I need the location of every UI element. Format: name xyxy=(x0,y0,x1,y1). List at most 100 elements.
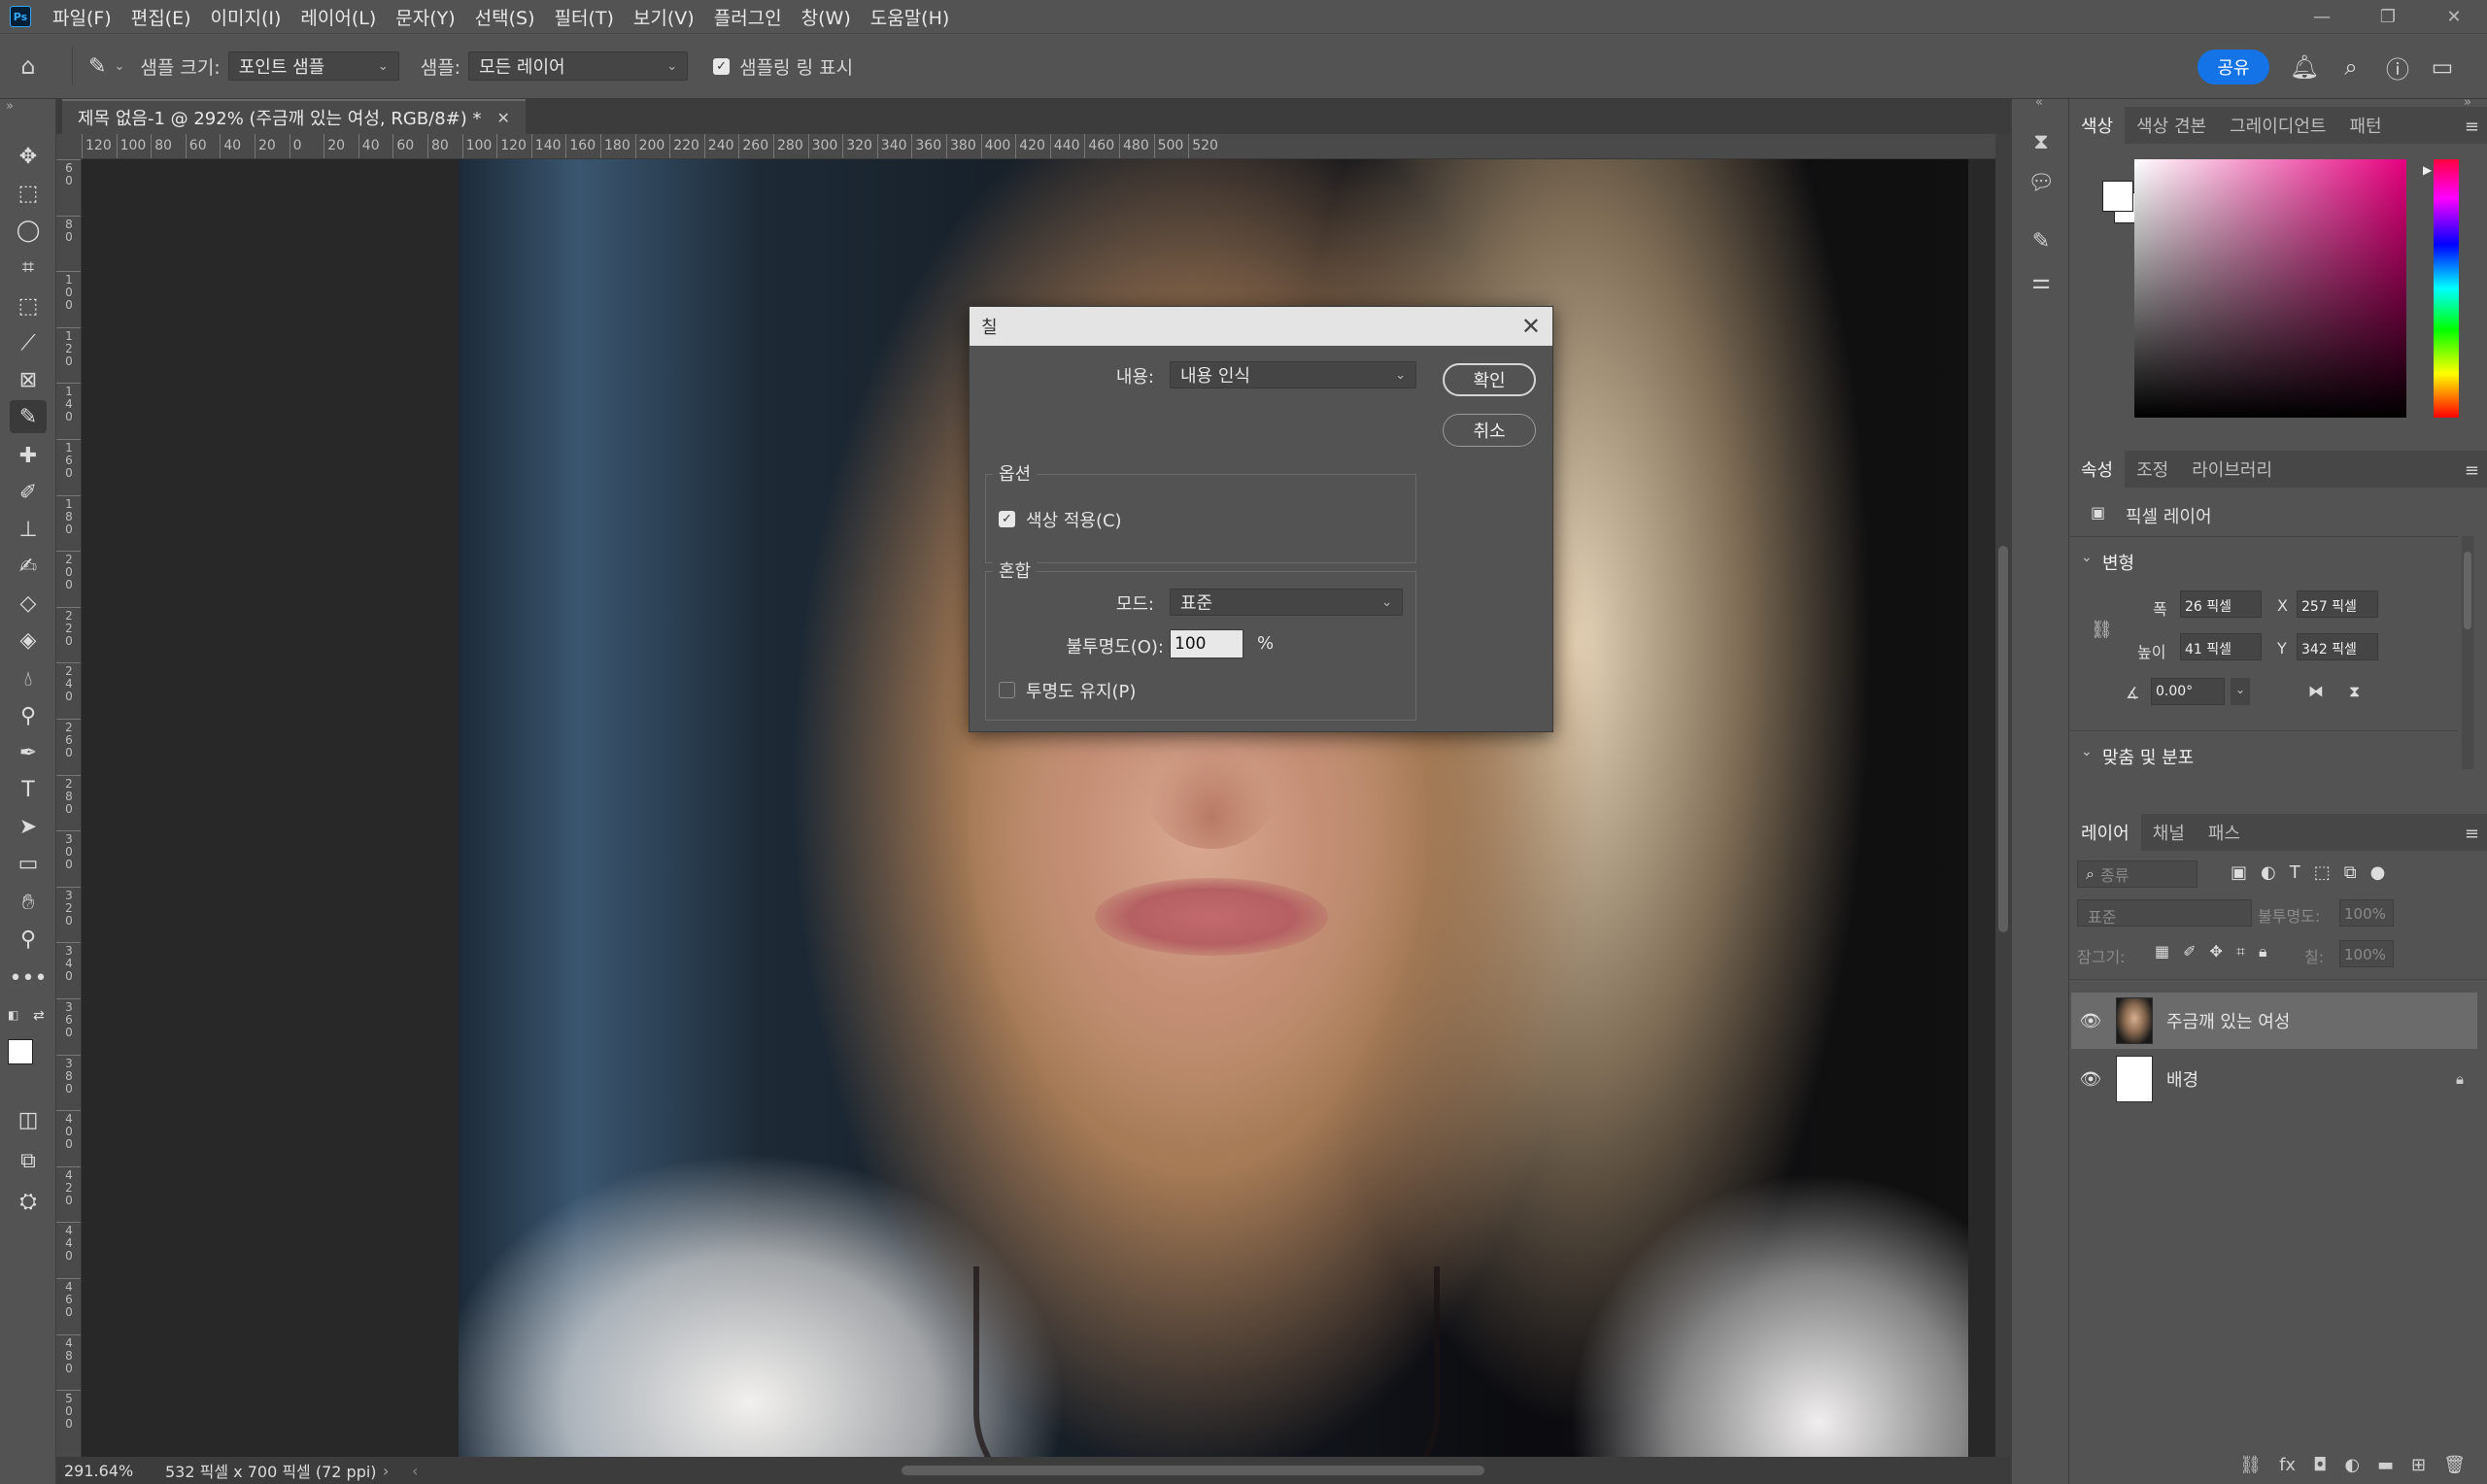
link-layers-icon[interactable]: ⛓ xyxy=(2239,1455,2262,1475)
horizontal-scroll-thumb[interactable] xyxy=(902,1466,1484,1475)
menu-file[interactable]: 파일(F) xyxy=(43,4,121,30)
tab-adjustments[interactable]: 조정 xyxy=(2125,451,2180,488)
eyedropper-preset-icon[interactable]: ✎ xyxy=(88,54,106,79)
close-icon[interactable]: ✕ xyxy=(1521,313,1541,340)
rectangle-tool-icon[interactable]: ▭ xyxy=(10,847,47,880)
document-tab[interactable]: 제목 없음-1 @ 292% (주금깨 있는 여성, RGB/8#) * ✕ xyxy=(62,99,526,134)
layer-name[interactable]: 주금깨 있는 여성 xyxy=(2166,1008,2290,1033)
help-icon[interactable]: ⓘ xyxy=(2384,53,2411,84)
swap-colors-icon[interactable]: ⇄ xyxy=(33,1008,45,1024)
y-input[interactable]: 342 픽셀 xyxy=(2297,633,2378,660)
generative-icon[interactable]: ⛭ xyxy=(10,1185,47,1218)
sample-size-select[interactable]: 포인트 샘플 ⌄ xyxy=(227,51,399,81)
type-filter-icon[interactable]: T xyxy=(2290,862,2300,883)
minimize-icon[interactable]: — xyxy=(2289,0,2355,33)
lock-transparent-icon[interactable]: ▦ xyxy=(2155,942,2169,961)
type-tool-icon[interactable]: T xyxy=(10,773,47,806)
close-tab-icon[interactable]: ✕ xyxy=(497,109,510,127)
chevron-down-icon[interactable]: ⌄ xyxy=(2081,744,2093,759)
lasso-tool-icon[interactable]: ◯ xyxy=(10,214,47,247)
search-icon[interactable]: ⌕ xyxy=(2337,53,2365,81)
foreground-color-swatch[interactable] xyxy=(8,1039,33,1064)
move-tool-icon[interactable]: ✥ xyxy=(10,140,47,173)
transform-section-title[interactable]: 변형 xyxy=(2102,550,2134,575)
x-input[interactable]: 257 픽셀 xyxy=(2297,590,2378,618)
zoom-level[interactable]: 291.64% xyxy=(64,1462,152,1480)
image-filter-icon[interactable]: ▣ xyxy=(2231,862,2247,883)
history-brush-tool-icon[interactable]: ✍ xyxy=(10,550,47,583)
menu-select[interactable]: 선택(S) xyxy=(465,4,545,30)
pen-tool-icon[interactable]: ✒ xyxy=(10,736,47,769)
menu-view[interactable]: 보기(V) xyxy=(624,4,704,30)
flip-horizontal-icon[interactable]: ⧓ xyxy=(2308,682,2324,700)
menu-plugins[interactable]: 플러그인 xyxy=(704,4,792,30)
adjustment-layer-icon[interactable]: ◐ xyxy=(2344,1455,2360,1475)
link-icon[interactable]: ⛓ xyxy=(2091,620,2113,640)
crop-tool-icon[interactable]: ⌗ xyxy=(10,251,47,284)
expand-panels-icon[interactable]: « xyxy=(2035,95,2043,110)
home-icon[interactable]: ⌂ xyxy=(0,52,56,80)
status-menu-arrow-icon[interactable]: › xyxy=(383,1462,389,1480)
quick-select-tool-icon[interactable]: ⟋ xyxy=(10,326,47,359)
menu-filter[interactable]: 필터(T) xyxy=(545,4,624,30)
quick-mask-icon[interactable]: ◫ xyxy=(10,1103,47,1136)
properties-scrollbar[interactable] xyxy=(2462,536,2473,769)
blend-mode-select[interactable]: 표준 xyxy=(2077,899,2252,927)
expand-toolbar-icon[interactable]: » xyxy=(6,99,14,114)
adjustment-filter-icon[interactable]: ◐ xyxy=(2261,862,2276,883)
hue-slider[interactable] xyxy=(2434,159,2459,418)
zoom-tool-icon[interactable]: ⚲ xyxy=(10,923,47,956)
menu-edit[interactable]: 편집(E) xyxy=(121,4,201,30)
bell-icon[interactable]: 🔔︎ xyxy=(2290,53,2319,81)
path-select-tool-icon[interactable]: ➤ xyxy=(10,810,47,843)
panel-menu-icon[interactable]: ≡ xyxy=(2465,824,2479,844)
menu-layer[interactable]: 레이어(L) xyxy=(290,4,386,30)
contents-select[interactable]: 내용 인식 ⌄ xyxy=(1170,361,1416,388)
layer-filter-select[interactable]: ⌕ 종류 xyxy=(2077,860,2197,888)
width-input[interactable]: 26 픽셀 xyxy=(2180,590,2262,618)
tab-channels[interactable]: 채널 xyxy=(2141,814,2197,851)
visibility-eye-icon[interactable]: 👁︎ xyxy=(2071,1011,2110,1031)
lock-position-icon[interactable]: ✥ xyxy=(2210,942,2223,961)
layer-opacity-input[interactable]: 100% xyxy=(2339,899,2394,927)
dodge-tool-icon[interactable]: ⚲ xyxy=(10,699,47,732)
layer-row[interactable]: 👁︎ 주금깨 있는 여성 xyxy=(2071,993,2477,1049)
hue-marker-icon[interactable]: ▶ xyxy=(2423,163,2432,177)
menu-image[interactable]: 이미지(I) xyxy=(201,4,291,30)
fill-input[interactable]: 100% xyxy=(2339,940,2394,967)
filter-toggle-icon[interactable]: ● xyxy=(2370,862,2386,883)
menu-type[interactable]: 문자(Y) xyxy=(386,4,464,30)
vertical-scrollbar[interactable] xyxy=(1995,134,2011,1457)
tab-libraries[interactable]: 라이브러리 xyxy=(2180,451,2284,488)
tab-gradients[interactable]: 그레이디언트 xyxy=(2218,107,2337,144)
foreground-color-swatch[interactable] xyxy=(2102,181,2133,212)
panel-menu-icon[interactable]: ≡ xyxy=(2465,117,2479,137)
ok-button[interactable]: 확인 xyxy=(1443,363,1536,396)
marquee-tool-icon[interactable]: ⬚ xyxy=(10,177,47,210)
smart-object-filter-icon[interactable]: ⧉ xyxy=(2344,862,2357,883)
share-button[interactable]: 공유 xyxy=(2197,50,2269,84)
sample-select[interactable]: 모든 레이어 ⌄ xyxy=(468,51,689,81)
opacity-input[interactable]: 100 xyxy=(1170,629,1244,658)
tab-layers[interactable]: 레이어 xyxy=(2069,814,2141,851)
layer-row[interactable]: 👁︎ 배경 🔒︎ xyxy=(2071,1051,2477,1107)
color-adaptation-checkbox[interactable]: ✓ xyxy=(999,511,1015,527)
new-layer-icon[interactable]: ⊞ xyxy=(2411,1455,2426,1475)
flip-vertical-icon[interactable]: ⧗ xyxy=(2349,682,2360,701)
tab-properties[interactable]: 속성 xyxy=(2069,451,2126,488)
cancel-button[interactable]: 취소 xyxy=(1443,414,1536,447)
shape-filter-icon[interactable]: ⬚ xyxy=(2314,862,2331,883)
tab-color[interactable]: 색상 xyxy=(2069,107,2126,144)
more-tools-icon[interactable]: ••• xyxy=(10,961,48,995)
layer-name[interactable]: 배경 xyxy=(2166,1066,2198,1092)
object-select-tool-icon[interactable]: ⬚ xyxy=(10,289,47,322)
fx-icon[interactable]: fx xyxy=(2279,1455,2296,1475)
frame-tool-icon[interactable]: ⊠ xyxy=(10,363,47,396)
history-panel-icon[interactable]: ⧗ xyxy=(2026,126,2057,157)
vertical-scroll-thumb[interactable] xyxy=(1998,546,2008,932)
stamp-tool-icon[interactable]: ⊥ xyxy=(10,513,47,546)
close-window-icon[interactable]: ✕ xyxy=(2421,0,2487,33)
document-info[interactable]: 532 픽셀 x 700 픽셀 (72 ppi) xyxy=(165,1459,377,1482)
height-input[interactable]: 41 픽셀 xyxy=(2180,633,2262,660)
tab-swatches[interactable]: 색상 견본 xyxy=(2125,107,2218,144)
